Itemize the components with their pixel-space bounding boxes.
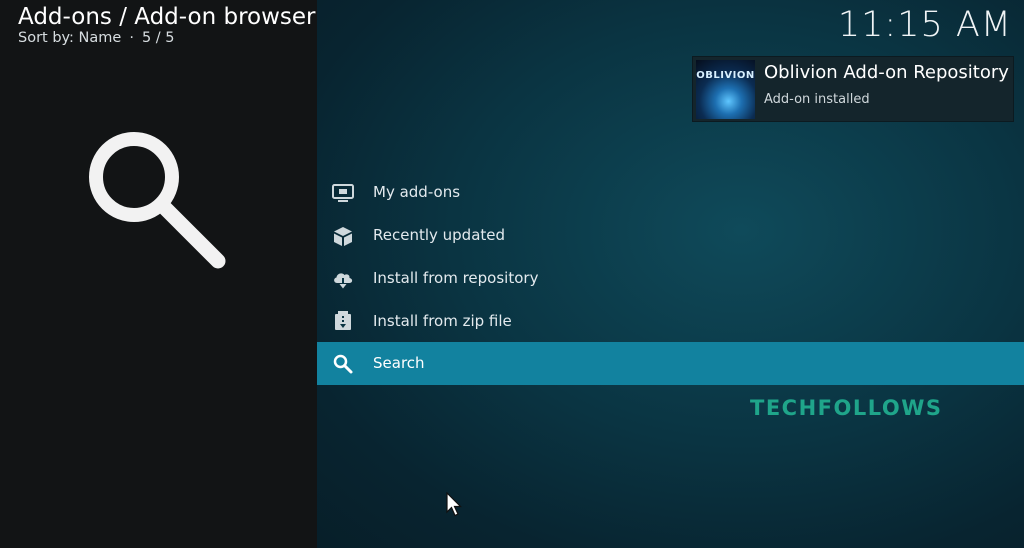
notification-subtitle: Add-on installed <box>764 92 870 107</box>
breadcrumb: Add-ons / Add-on browser <box>18 4 316 30</box>
menu-item-label: Install from zip file <box>373 311 512 330</box>
menu-item-search[interactable]: Search <box>317 342 1024 385</box>
notification-toast[interactable]: OBLIVION Oblivion Add-on Repository Add-… <box>692 56 1014 122</box>
menu-item-label: Search <box>373 354 425 373</box>
sort-separator: · <box>129 30 134 46</box>
thumbnail-text: OBLIVION <box>696 70 755 81</box>
left-pane: Add-ons / Add-on browser Sort by: Name · 5… <box>0 0 317 548</box>
notification-title: Oblivion Add-on Repository <box>764 62 1009 83</box>
menu-item-label: Recently updated <box>373 226 506 245</box>
addon-thumbnail: OBLIVION <box>696 60 755 119</box>
box-icon <box>334 226 352 246</box>
menu-item-label: Install from repository <box>373 268 539 287</box>
menu-item-install-from-repository[interactable]: Install from repository <box>317 257 1024 300</box>
mouse-cursor-icon <box>446 492 462 517</box>
large-search-icon <box>89 132 226 269</box>
addon-browser-menu: My add-ons Recently updated Install from… <box>317 171 1024 385</box>
zip-archive-icon <box>335 311 351 331</box>
menu-item-label: My add-ons <box>373 183 461 202</box>
menu-item-install-from-zip[interactable]: Install from zip file <box>317 299 1024 342</box>
monitor-icon <box>332 184 354 202</box>
menu-item-my-addons[interactable]: My add-ons <box>317 171 1024 214</box>
search-icon <box>333 354 353 374</box>
sort-label[interactable]: Sort by: Name <box>18 30 121 46</box>
item-counter: 5 / 5 <box>141 30 175 46</box>
sort-info: Sort by: Name · 5 / 5 <box>18 30 175 46</box>
cloud-download-icon <box>334 272 353 288</box>
clock: 11:15 AM <box>837 5 1012 45</box>
watermark: TECHFOLLOWS <box>750 396 943 420</box>
menu-item-recently-updated[interactable]: Recently updated <box>317 214 1024 257</box>
